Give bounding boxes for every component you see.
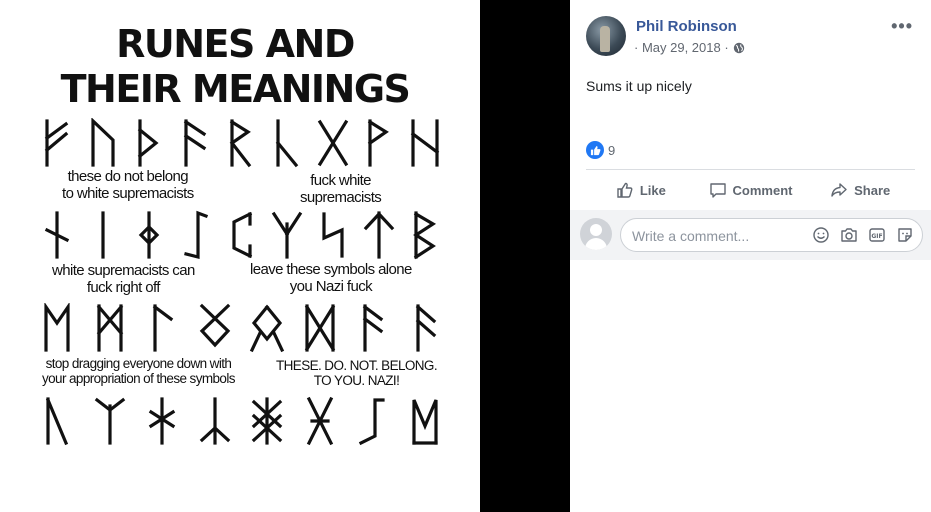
image-title-line1: RUNES AND xyxy=(116,22,355,66)
svg-text:GIF: GIF xyxy=(871,233,882,240)
caption-row1-right: fuck white supremacists xyxy=(300,172,382,206)
more-options-button[interactable]: ••• xyxy=(891,16,913,37)
rune-kenaz xyxy=(275,119,299,168)
share-button[interactable]: Share xyxy=(805,172,915,208)
rune-calc xyxy=(251,397,283,445)
caption-row3-left: stop dragging everyone down with your ap… xyxy=(42,356,235,386)
rune-uruz xyxy=(91,118,115,167)
gif-icon[interactable]: GIF xyxy=(868,226,886,244)
rune-row-3 xyxy=(38,303,444,353)
rune-algiz xyxy=(271,211,303,259)
rune-hagalaz xyxy=(410,119,440,167)
rune-ear xyxy=(148,397,176,445)
like-reaction-icon xyxy=(586,141,604,159)
like-button[interactable]: Like xyxy=(586,172,696,208)
comment-label: Comment xyxy=(732,182,793,198)
camera-icon[interactable] xyxy=(840,226,858,244)
post-photo[interactable]: RUNES AND THEIR MEANINGS these do not be… xyxy=(0,0,570,512)
post-date[interactable]: · May 29, 2018 · xyxy=(634,40,729,55)
share-icon xyxy=(831,183,847,197)
rune-tiwaz xyxy=(363,211,395,259)
rune-ehwaz xyxy=(44,303,70,352)
comment-icon xyxy=(709,183,726,198)
comment-placeholder: Write a comment... xyxy=(632,228,750,244)
reaction-count: 9 xyxy=(608,142,616,158)
rune-jera xyxy=(138,211,160,259)
sticker-icon[interactable] xyxy=(896,226,914,244)
rune-perthro xyxy=(232,211,253,259)
rune-stan xyxy=(306,396,333,446)
rune-os xyxy=(415,304,437,352)
rune-othala xyxy=(250,304,285,353)
rune-row-4 xyxy=(38,396,444,446)
caption-row1-left: these do not belong to white supremacist… xyxy=(62,168,194,202)
rune-fehu xyxy=(44,119,69,167)
rune-isa xyxy=(101,211,105,259)
rune-yr xyxy=(45,397,69,446)
rune-row-1 xyxy=(38,118,444,168)
rune-berkano xyxy=(413,211,437,260)
rune-eihwaz xyxy=(184,210,209,260)
post-panel: Phil Robinson · May 29, 2018 · ••• Sums … xyxy=(570,0,931,512)
comment-input-icons: GIF xyxy=(812,226,914,244)
like-label: Like xyxy=(639,182,666,198)
comment-composer: Write a comment... GIF xyxy=(570,210,931,260)
rune-meme-image: RUNES AND THEIR MEANINGS these do not be… xyxy=(0,0,480,512)
rune-dagaz-variant xyxy=(412,399,438,445)
rune-ac xyxy=(363,304,384,352)
rune-ansuz xyxy=(183,119,207,167)
author-name[interactable]: Phil Robinson xyxy=(636,18,737,35)
rune-gebo xyxy=(317,119,349,167)
caption-row2-left: white supremacists can fuck right off xyxy=(52,262,195,296)
rune-cweorth xyxy=(199,397,230,445)
globe-icon xyxy=(733,42,744,53)
comment-input[interactable]: Write a comment... GIF xyxy=(620,218,923,252)
rune-naudiz xyxy=(44,211,70,259)
thumbs-up-icon xyxy=(617,182,633,198)
rune-wunjo xyxy=(367,119,389,167)
rune-raidho xyxy=(229,119,252,168)
author-avatar[interactable] xyxy=(586,16,626,56)
share-label: Share xyxy=(854,182,891,198)
rune-row-2 xyxy=(38,210,444,260)
image-title-line2: THEIR MEANINGS xyxy=(60,67,411,111)
rune-ingwaz xyxy=(199,303,230,348)
rune-dagaz xyxy=(304,304,336,352)
reaction-summary[interactable]: 9 xyxy=(586,141,615,159)
rune-thurisaz xyxy=(137,119,159,167)
rune-sowilo xyxy=(322,212,344,258)
action-bar: Like Comment Share xyxy=(586,172,915,208)
rune-gar xyxy=(359,398,385,446)
divider-top xyxy=(586,169,915,170)
rune-mannaz xyxy=(96,304,123,352)
current-user-avatar xyxy=(580,218,612,250)
comment-button[interactable]: Comment xyxy=(696,172,806,208)
emoji-icon[interactable] xyxy=(812,226,830,244)
post-meta: · May 29, 2018 · xyxy=(634,40,745,55)
post-text: Sums it up nicely xyxy=(586,78,692,94)
caption-row3-right: THESE. DO. NOT. BELONG. TO YOU. NAZI! xyxy=(276,358,438,388)
rune-ior xyxy=(94,397,125,445)
rune-laguz xyxy=(152,304,174,352)
caption-row2-right: leave these symbols alone you Nazi fuck xyxy=(250,261,412,295)
